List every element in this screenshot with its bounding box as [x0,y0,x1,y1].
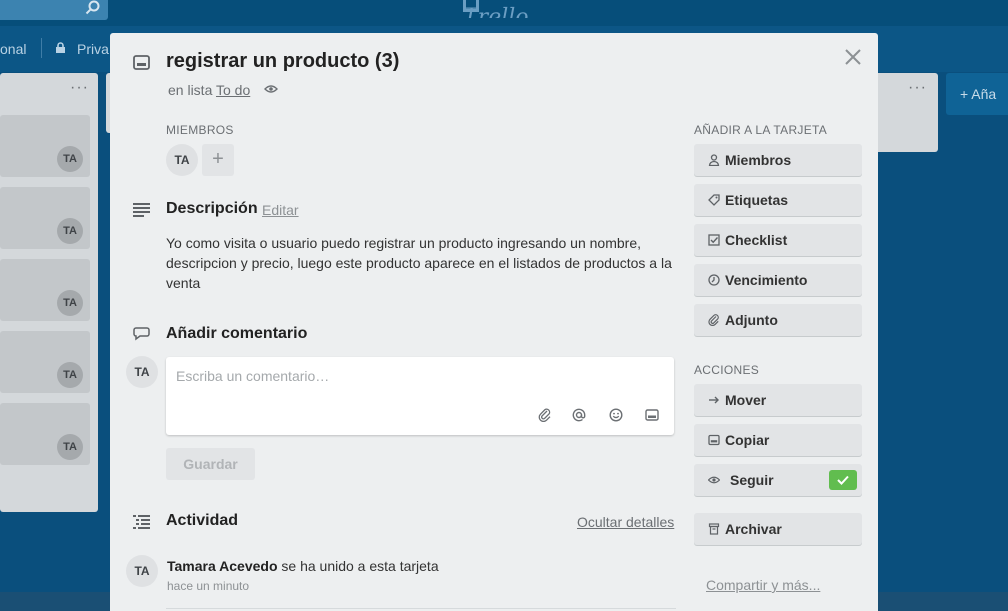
comment-avatar: TA [126,356,158,388]
person-icon [708,154,720,166]
board-privacy-label[interactable]: Priva [77,41,109,57]
close-icon[interactable] [842,46,864,68]
board-team-label[interactable]: onal [0,41,26,57]
activity-user[interactable]: Tamara Acevedo [167,558,278,574]
comment-box[interactable] [166,357,674,435]
copy-button-label: Copiar [725,432,770,448]
add-member-button[interactable]: + [202,144,234,176]
hide-details-link[interactable]: Ocultar detalles [577,514,674,530]
description-heading: Descripción [166,200,258,217]
in-list-prefix: en lista [168,82,213,98]
add-to-card-label: AÑADIR A LA TARJETA [694,123,828,137]
archive-icon [708,523,720,535]
emoji-icon[interactable] [609,408,623,422]
list-link[interactable]: To do [216,82,250,98]
arrow-right-icon [709,396,719,404]
background-card[interactable]: TA [0,259,90,321]
card-icon[interactable] [645,408,659,422]
activity-time[interactable]: hace un minuto [167,579,249,593]
activity-action: se ha unido a esta tarjeta [281,558,439,574]
add-comment-heading: Añadir comentario [166,325,308,342]
avatar: TA [57,434,83,460]
board-search[interactable] [0,0,108,20]
background-card[interactable]: TA [0,331,90,393]
background-card[interactable]: TA [0,187,90,249]
activity-icon [133,515,150,529]
check-icon [837,475,849,485]
avatar: TA [57,218,83,244]
comment-input[interactable] [176,366,656,386]
lock-icon [56,42,65,53]
comment-icon [133,327,150,341]
members-button-label: Miembros [725,152,792,168]
attachment-button-label: Adjunto [725,312,778,328]
following-check-badge [829,470,857,490]
share-link[interactable]: Compartir y más... [706,577,820,593]
edit-description-link[interactable]: Editar [262,202,299,218]
mention-icon[interactable] [572,408,586,422]
background-list: ··· [870,73,938,152]
move-button-label: Mover [725,392,767,408]
background-card[interactable]: TA [0,115,90,177]
add-list-button[interactable]: + Aña [946,73,1008,115]
paperclip-icon [708,314,719,326]
due-date-button-label: Vencimiento [725,272,808,288]
eye-icon [708,476,720,484]
card-title[interactable]: registrar un producto (3) [166,50,399,73]
checkbox-icon [708,234,720,246]
trello-logo[interactable]: Trello [463,0,545,18]
attachment-button[interactable]: Adjunto [694,304,862,336]
archive-button[interactable]: Archivar [694,513,862,545]
move-button[interactable]: Mover [694,384,862,416]
card-icon [133,55,150,70]
avatar: TA [57,146,83,172]
follow-button-label: Seguir [730,472,774,488]
actions-label: ACCIONES [694,363,760,377]
due-date-button[interactable]: Vencimiento [694,264,862,296]
search-icon[interactable] [85,0,101,16]
paperclip-icon[interactable] [538,408,552,422]
description-icon [133,203,150,217]
clock-icon [708,274,720,286]
background-list: ··· TA TA TA TA TA [0,73,98,512]
eye-icon [264,85,278,93]
save-comment-button[interactable]: Guardar [166,448,255,480]
copy-button[interactable]: Copiar [694,424,862,456]
list-menu-icon[interactable]: ··· [70,80,89,96]
card-icon [708,434,720,446]
members-label: MIEMBROS [166,123,234,137]
labels-button-label: Etiquetas [725,192,789,208]
list-menu-icon[interactable]: ··· [908,80,927,96]
divider [166,608,676,609]
checklist-button-label: Checklist [725,232,788,248]
card-detail-modal: registrar un producto (3) en lista To do… [110,33,878,611]
activity-avatar[interactable]: TA [126,555,158,587]
board-bar-divider [41,38,42,58]
member-avatar[interactable]: TA [166,144,198,176]
tag-icon [708,194,720,206]
labels-button[interactable]: Etiquetas [694,184,862,216]
avatar: TA [57,290,83,316]
members-button[interactable]: Miembros [694,144,862,176]
in-list-info: en lista To do [168,82,250,98]
activity-entry: Tamara Acevedo se ha unido a esta tarjet… [167,558,439,574]
background-card[interactable]: TA [0,403,90,465]
avatar: TA [57,362,83,388]
checklist-button[interactable]: Checklist [694,224,862,256]
follow-button[interactable]: Seguir [694,464,862,496]
description-text[interactable]: Yo como visita o usuario puedo registrar… [166,233,676,293]
archive-button-label: Archivar [725,521,782,537]
activity-heading: Actividad [166,512,239,529]
